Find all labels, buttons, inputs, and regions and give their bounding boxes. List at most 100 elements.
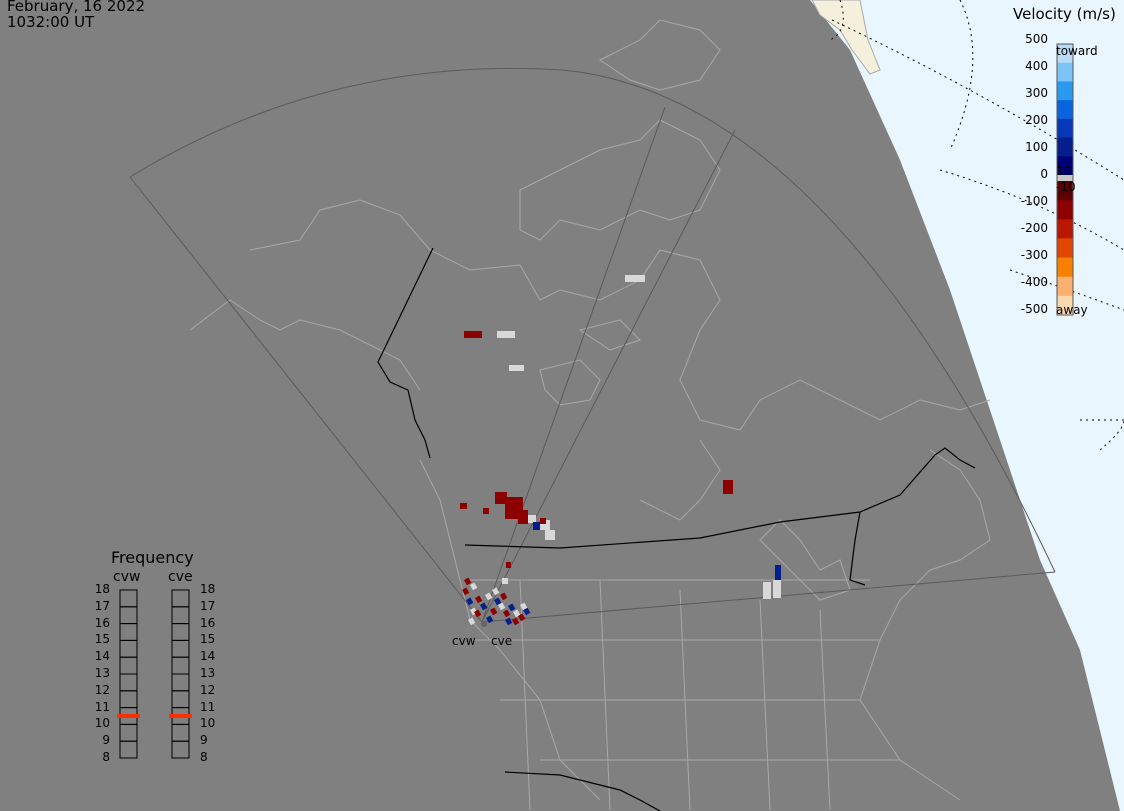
echo-cell <box>723 480 733 494</box>
velocity-scale-title: Velocity (m/s) <box>1013 5 1116 23</box>
column-cve-label: cve <box>168 569 193 585</box>
frequency-cell <box>119 639 138 658</box>
echo-cell <box>470 582 478 591</box>
radar-echoes <box>460 275 781 627</box>
echo-cell <box>464 577 472 586</box>
frequency-tick-label: 12 <box>200 682 216 697</box>
frequency-cell <box>171 723 190 742</box>
frequency-tick-label: 14 <box>94 649 110 664</box>
frequency-cell <box>171 740 190 759</box>
velocity-band <box>1057 219 1073 239</box>
frequency-tick-label: 8 <box>102 750 110 764</box>
echo-cell <box>533 522 541 530</box>
frequency-cell <box>171 673 190 692</box>
echo-cell <box>506 562 511 568</box>
echo-cell <box>540 518 546 524</box>
frequency-tick-label: 17 <box>200 598 216 613</box>
echo-cell <box>509 365 524 371</box>
frequency-cell <box>119 623 138 641</box>
radar-map-view: February, 16 2022 1032:00 UT Velocity (m… <box>0 0 1124 811</box>
radar-cvw-label: cvw <box>452 634 476 648</box>
echo-cell <box>504 617 513 626</box>
frequency-cell <box>119 589 138 608</box>
frequency-tick-label: 10 <box>94 716 110 731</box>
frequency-tick-label: 11 <box>94 699 110 714</box>
velocity-band <box>1057 200 1073 220</box>
frequency-tick-label: 9 <box>200 733 208 748</box>
frequency-tick-label: 16 <box>200 615 216 630</box>
velocity-tick-label: 0 <box>1040 167 1048 181</box>
echo-cell <box>485 592 493 601</box>
frequency-cell <box>119 690 138 709</box>
velocity-band <box>1057 81 1073 101</box>
column-cvw-label: cvw <box>113 569 141 585</box>
echo-cell <box>503 609 511 618</box>
frequency-tick-label: 13 <box>200 666 216 680</box>
toward-label: toward <box>1056 44 1098 58</box>
time-label: 1032:00 UT <box>7 13 95 31</box>
velocity-band <box>1057 276 1073 297</box>
frequency-title: Frequency <box>111 548 194 567</box>
coastlines <box>189 19 991 811</box>
frequency-tick-label: 18 <box>200 582 216 596</box>
echo-cell <box>497 331 515 338</box>
frequency-tick-label: 17 <box>94 598 110 613</box>
echo-cell <box>483 508 489 514</box>
echo-cell <box>625 275 645 282</box>
map-canvas <box>117 0 1124 811</box>
frequency-tick-label: 10 <box>200 716 216 731</box>
frequency-cell <box>119 673 138 692</box>
frequency-tick-label: 14 <box>200 649 216 664</box>
radar-cve-label: cve <box>491 634 513 648</box>
frequency-tick-label: 8 <box>200 750 208 764</box>
frequency-tick-label: 15 <box>200 632 216 647</box>
echo-cell <box>465 597 474 606</box>
frequency-tick-label: 12 <box>94 682 110 697</box>
velocity-tick-label: 500 <box>1025 32 1048 46</box>
velocity-band <box>1057 238 1073 259</box>
frequency-indicator <box>169 714 192 718</box>
frequency-tick-label: 18 <box>94 582 110 596</box>
echo-cell <box>502 578 508 584</box>
echo-cell <box>545 530 555 540</box>
velocity-tick-label: 100 <box>1025 140 1048 154</box>
echo-cell <box>464 331 482 338</box>
velocity-tick-label: -400 <box>1020 275 1048 289</box>
velocity-tick-label: 200 <box>1025 113 1048 127</box>
frequency-cell <box>119 606 138 625</box>
frequency-tick-label: 15 <box>94 632 110 647</box>
frequency-panel <box>117 589 192 759</box>
frequency-cell <box>171 606 190 625</box>
velocity-tick-label: 400 <box>1025 59 1048 73</box>
echo-cell <box>500 592 508 601</box>
echo-cell <box>763 582 771 599</box>
threshold-positive: 10 <box>1056 164 1072 178</box>
radar-site-marker <box>481 621 487 627</box>
velocity-tick-label: -500 <box>1020 302 1048 316</box>
echo-cell <box>775 565 781 580</box>
frequency-cell <box>171 623 190 641</box>
echo-cell <box>489 607 498 616</box>
frequency-cell <box>119 740 138 759</box>
frequency-tick-label: 11 <box>200 699 216 714</box>
velocity-band <box>1057 100 1073 120</box>
frequency-cell <box>171 639 190 658</box>
velocity-band <box>1057 118 1073 139</box>
frequency-cell <box>171 690 190 709</box>
threshold-negative: -10 <box>1056 180 1076 194</box>
echo-cell <box>508 603 516 612</box>
frequency-cell <box>119 656 138 675</box>
velocity-band <box>1057 137 1073 157</box>
frequency-cell <box>119 723 138 742</box>
frequency-tick-label: 16 <box>94 615 110 630</box>
velocity-tick-label: -100 <box>1020 194 1048 208</box>
frequency-indicator <box>117 714 140 718</box>
velocity-tick-label: 300 <box>1025 86 1048 100</box>
velocity-tick-label: -300 <box>1020 248 1048 262</box>
away-label: away <box>1056 303 1088 317</box>
echo-cell <box>518 510 528 524</box>
frequency-cell <box>171 589 190 608</box>
echo-cell <box>773 580 781 598</box>
echo-cell <box>492 587 500 596</box>
echo-cell <box>475 595 483 604</box>
